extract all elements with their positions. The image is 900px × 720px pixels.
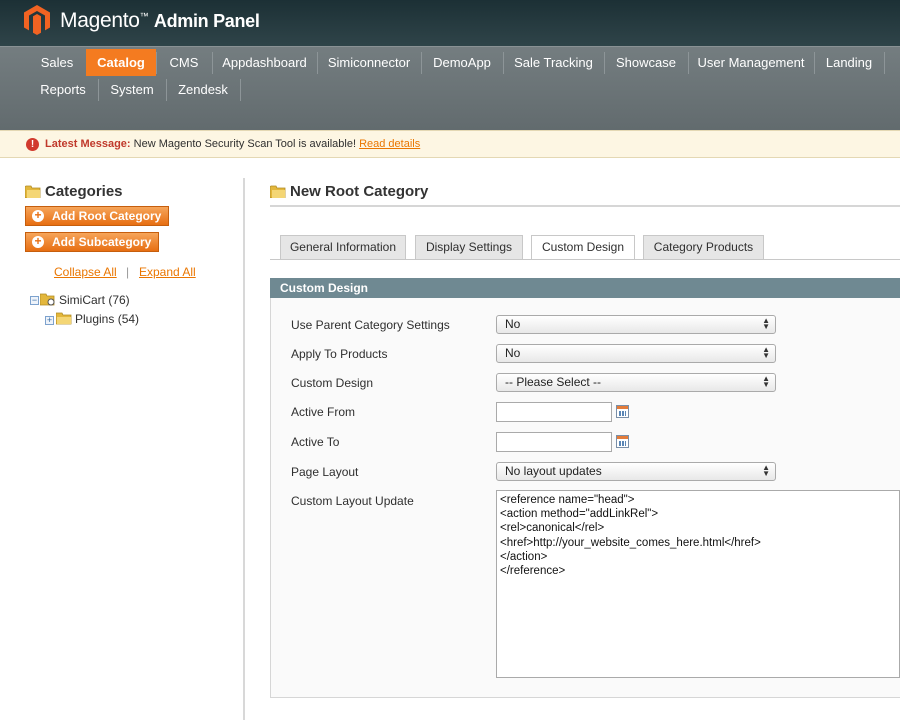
- page-layout-select[interactable]: No layout updates ▲ ▼: [496, 462, 776, 481]
- use-parent-settings-select[interactable]: No ▲ ▼: [496, 315, 776, 334]
- tree-collapse-icon[interactable]: −: [30, 296, 39, 305]
- latest-message: Latest Message: New Magento Security Sca…: [45, 131, 420, 158]
- active-to-input[interactable]: [496, 432, 612, 452]
- tree-node-simicart[interactable]: SimiCart (76): [59, 293, 130, 307]
- folder-icon: [270, 185, 286, 198]
- tab-category-products[interactable]: Category Products: [643, 235, 764, 259]
- latest-message-bar: ! Latest Message: New Magento Security S…: [0, 130, 900, 158]
- plus-icon: +: [32, 235, 44, 248]
- select-arrows-icon: ▲ ▼: [762, 374, 770, 389]
- calendar-icon[interactable]: [616, 405, 629, 418]
- folder-icon: [25, 185, 41, 198]
- active-from-input[interactable]: [496, 402, 612, 422]
- add-root-category-button[interactable]: + Add Root Category: [25, 206, 169, 226]
- tree-expand-icon[interactable]: +: [45, 316, 54, 325]
- nav-item-simiconnector[interactable]: Simiconnector: [317, 49, 421, 76]
- brand-subtitle: Admin Panel: [153, 11, 260, 31]
- nav-item-zendesk[interactable]: Zendesk: [166, 76, 240, 103]
- plus-icon: +: [32, 209, 44, 222]
- nav-item-sale-tracking[interactable]: Sale Tracking: [503, 49, 604, 76]
- nav-item-user-management[interactable]: User Management: [688, 49, 814, 76]
- use-parent-settings-label: Use Parent Category Settings: [291, 318, 450, 332]
- nav-item-catalog[interactable]: Catalog: [86, 49, 156, 76]
- nav-item-reports[interactable]: Reports: [28, 76, 98, 103]
- folder-icon: [56, 312, 72, 325]
- alert-icon: !: [26, 138, 39, 151]
- apply-to-products-value: No: [505, 346, 521, 360]
- use-parent-settings-value: No: [505, 317, 521, 331]
- select-arrows-icon: ▲ ▼: [762, 345, 770, 360]
- select-arrows-icon: ▲ ▼: [762, 463, 770, 478]
- custom-layout-update-label: Custom Layout Update: [291, 494, 414, 508]
- read-details-link[interactable]: Read details: [359, 138, 420, 150]
- folder-open-icon: [40, 293, 55, 306]
- nav-item-appdashboard[interactable]: Appdashboard: [212, 49, 317, 76]
- nav-item-demoapp[interactable]: DemoApp: [421, 49, 503, 76]
- brand-tm: ™: [139, 11, 149, 21]
- apply-to-products-label: Apply To Products: [291, 347, 388, 361]
- main-nav: Sales Catalog CMS Appdashboard Simiconne…: [0, 46, 900, 130]
- custom-design-value: -- Please Select --: [505, 375, 602, 389]
- message-label: Latest Message:: [45, 138, 131, 150]
- custom-design-label: Custom Design: [291, 376, 374, 390]
- message-text: New Magento Security Scan Tool is availa…: [133, 138, 357, 150]
- sidebar-divider: [243, 178, 245, 720]
- apply-to-products-select[interactable]: No ▲ ▼: [496, 344, 776, 363]
- tabs-divider: [270, 259, 900, 260]
- section-header: Custom Design: [270, 278, 900, 298]
- nav-item-showcase[interactable]: Showcase: [604, 49, 688, 76]
- expand-all-link[interactable]: Expand All: [139, 265, 196, 279]
- tab-display-settings[interactable]: Display Settings: [415, 235, 523, 259]
- magento-logo-icon[interactable]: [24, 5, 50, 35]
- tree-node-plugins[interactable]: Plugins (54): [75, 312, 139, 326]
- page-layout-label: Page Layout: [291, 465, 359, 479]
- nav-item-cms[interactable]: CMS: [156, 49, 212, 76]
- nav-item-landing[interactable]: Landing: [814, 49, 884, 76]
- brand-name: Magento: [60, 9, 140, 32]
- header-bar: Magento™ Admin Panel: [0, 0, 900, 46]
- add-root-category-label: Add Root Category: [52, 209, 162, 223]
- active-to-label: Active To: [291, 435, 340, 449]
- app-title: Magento™ Admin Panel: [60, 9, 260, 33]
- nav-separator: [884, 52, 885, 74]
- nav-item-system[interactable]: System: [98, 76, 166, 103]
- nav-item-sales[interactable]: Sales: [28, 49, 86, 76]
- title-divider: [270, 205, 900, 207]
- nav-separator: [240, 79, 241, 101]
- custom-design-select[interactable]: -- Please Select -- ▲ ▼: [496, 373, 776, 392]
- tab-custom-design[interactable]: Custom Design: [531, 235, 635, 260]
- add-subcategory-button[interactable]: + Add Subcategory: [25, 232, 159, 252]
- page-title: New Root Category: [290, 183, 429, 200]
- active-from-label: Active From: [291, 405, 356, 419]
- select-arrows-icon: ▲ ▼: [762, 316, 770, 331]
- calendar-icon[interactable]: [616, 435, 629, 448]
- add-subcategory-label: Add Subcategory: [52, 235, 152, 249]
- page-layout-value: No layout updates: [505, 464, 602, 478]
- tab-general-information[interactable]: General Information: [280, 235, 406, 259]
- custom-layout-update-textarea[interactable]: <reference name="head"> <action method="…: [496, 490, 900, 678]
- categories-title: Categories: [45, 183, 123, 200]
- link-separator: |: [126, 265, 130, 279]
- collapse-all-link[interactable]: Collapse All: [54, 265, 117, 279]
